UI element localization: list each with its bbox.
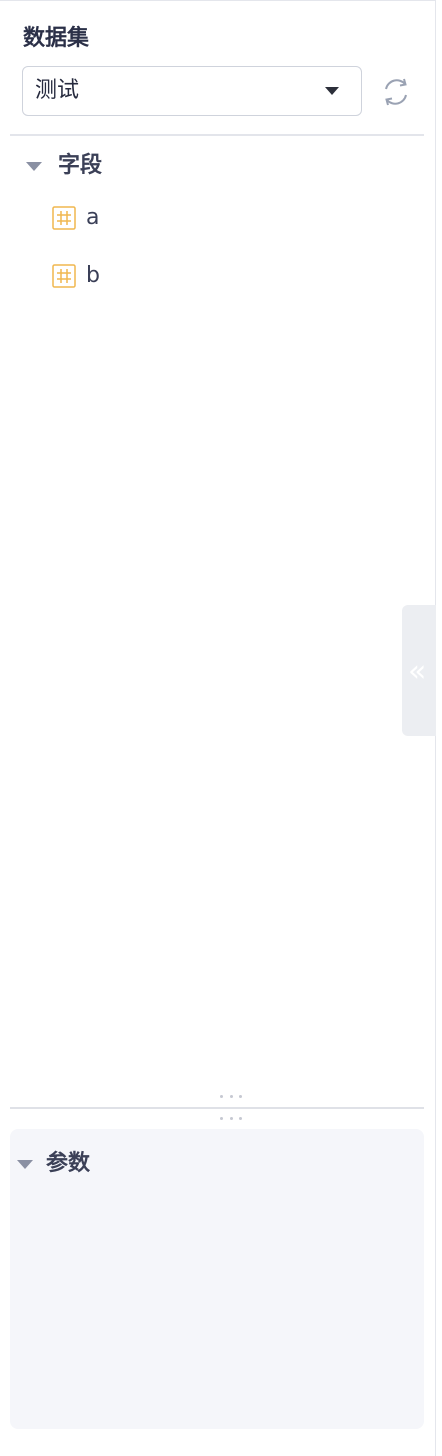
refresh-icon[interactable] [380,76,412,108]
params-section-header[interactable]: 参数 [17,1148,90,1180]
caret-down-icon [26,161,42,171]
double-chevron-left-icon: « [408,654,427,689]
dataset-select[interactable]: 测试 [22,66,362,116]
resize-grip-icon[interactable] [220,1117,242,1123]
field-label: b [86,263,100,288]
fields-section-header[interactable]: 字段 [26,150,102,182]
params-section-title: 参数 [46,1151,91,1176]
caret-down-icon [17,1159,33,1169]
fields-section-title: 字段 [58,153,103,178]
field-label: a [86,205,100,230]
params-panel: 参数 [10,1129,424,1429]
field-item-b[interactable]: b [52,260,100,292]
grid-field-icon [52,264,76,288]
top-border [0,0,436,1]
chevron-down-icon [325,87,339,95]
dataset-select-value: 测试 [35,78,80,103]
resize-divider[interactable] [10,1107,424,1109]
collapse-panel-button[interactable]: « [402,605,436,736]
grid-field-icon [52,206,76,230]
resize-grip-icon[interactable] [220,1095,242,1101]
dataset-title: 数据集 [23,26,90,51]
section-divider [10,134,424,136]
field-item-a[interactable]: a [52,202,99,234]
